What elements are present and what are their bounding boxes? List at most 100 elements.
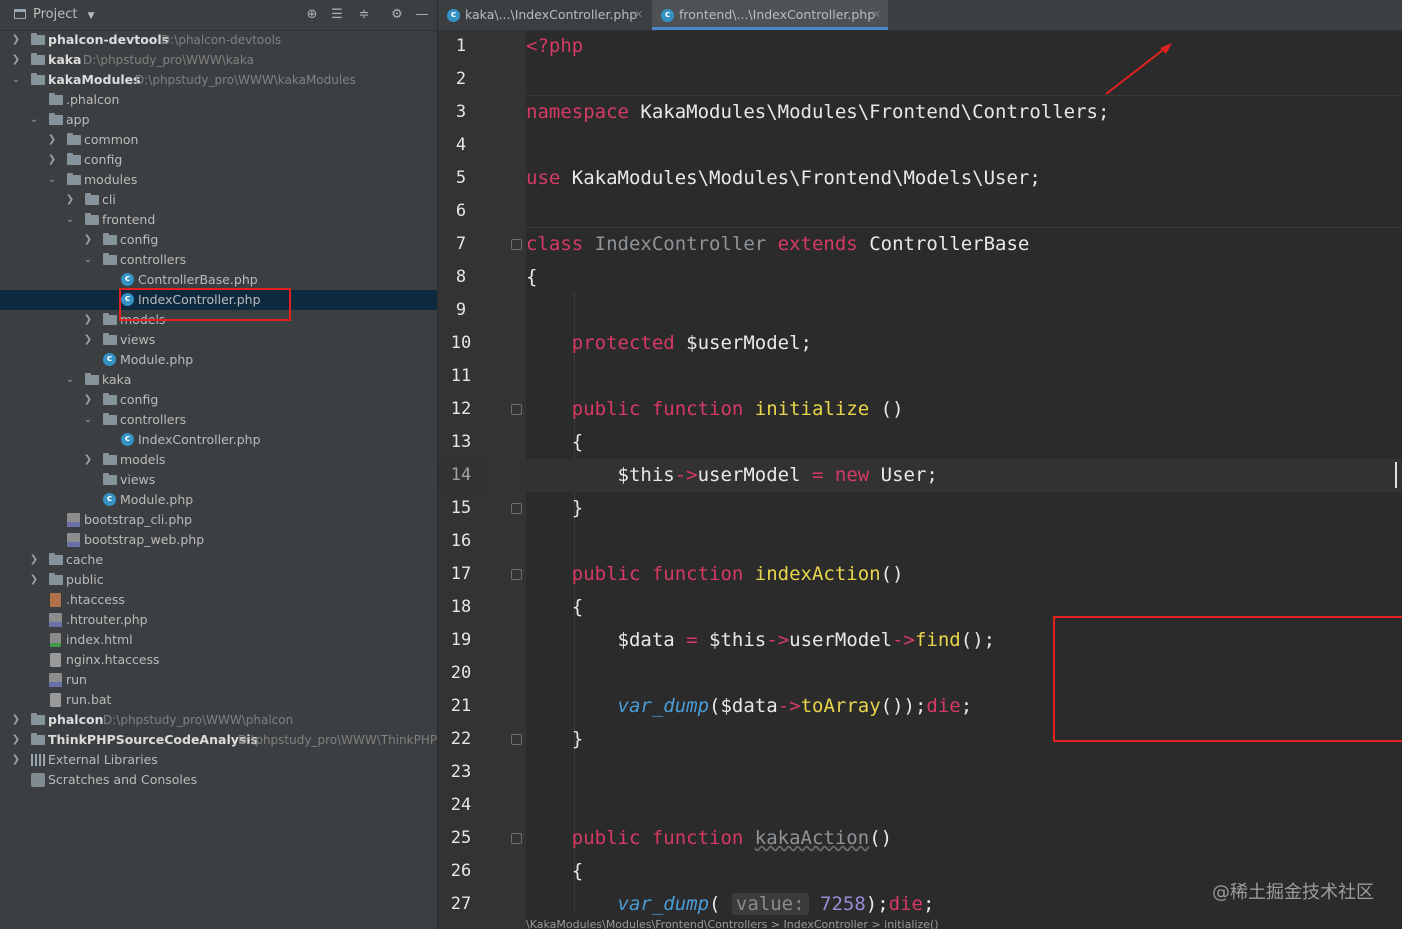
tree-item-indexcontroller-frontend[interactable]: c IndexController.php bbox=[0, 290, 437, 310]
tree-item-kaka[interactable]: ❯ kaka D:\phpstudy_pro\WWW\kaka bbox=[0, 50, 437, 70]
tree-item-label: bootstrap_web.php bbox=[84, 532, 205, 547]
fold-marker-icon[interactable] bbox=[511, 569, 522, 580]
chevron-right-icon[interactable]: ❯ bbox=[47, 130, 57, 150]
tree-item-path: D:\phpstudy_pro\WWW\kakaModules bbox=[135, 73, 356, 87]
fold-marker-icon[interactable] bbox=[511, 239, 522, 250]
tree-item-indexcontroller-kaka[interactable]: c IndexController.php bbox=[0, 430, 437, 450]
chevron-right-icon[interactable]: ❯ bbox=[29, 550, 39, 570]
chevron-right-icon[interactable]: ❯ bbox=[11, 710, 21, 730]
tree-item-external-libraries[interactable]: ❯ External Libraries bbox=[0, 750, 437, 770]
tree-item-frontend-views[interactable]: ❯ views bbox=[0, 330, 437, 350]
tree-item-run[interactable]: run bbox=[0, 670, 437, 690]
collapse-all-icon[interactable]: ≑ bbox=[355, 6, 373, 24]
chevron-down-icon[interactable]: ⌄ bbox=[47, 170, 57, 190]
tree-item-label: kakaModules bbox=[48, 72, 141, 87]
tree-item-config[interactable]: ❯ config bbox=[0, 150, 437, 170]
chevron-right-icon[interactable]: ❯ bbox=[11, 750, 21, 770]
tree-item-kaka-models[interactable]: ❯ models bbox=[0, 450, 437, 470]
tab-frontend-indexcontroller[interactable]: c frontend\...\IndexController.php ✕ bbox=[652, 0, 888, 30]
tab-kaka-indexcontroller[interactable]: c kaka\...\IndexController.php ✕ bbox=[438, 0, 650, 30]
tree-item-phalcon[interactable]: ❯ phalcon D:\phpstudy_pro\WWW\phalcon bbox=[0, 710, 437, 730]
hide-panel-icon[interactable]: — bbox=[413, 6, 431, 24]
keyword: use bbox=[526, 167, 561, 189]
tree-item-run-bat[interactable]: run.bat bbox=[0, 690, 437, 710]
code-editor: c kaka\...\IndexController.php ✕ c front… bbox=[438, 0, 1402, 929]
code-line-13: { bbox=[526, 426, 1402, 459]
tree-item-index-html[interactable]: index.html bbox=[0, 630, 437, 650]
call-end: (); bbox=[960, 629, 996, 651]
fold-marker-icon[interactable] bbox=[511, 503, 522, 514]
tree-item-frontend-models[interactable]: ❯ models bbox=[0, 310, 437, 330]
tree-item-phalcon-dir[interactable]: .phalcon bbox=[0, 90, 437, 110]
tree-item-kaka-module[interactable]: ⌄ kaka bbox=[0, 370, 437, 390]
tree-item-kaka-config[interactable]: ❯ config bbox=[0, 390, 437, 410]
chevron-right-icon[interactable]: ❯ bbox=[83, 230, 93, 250]
fold-marker-icon[interactable] bbox=[511, 833, 522, 844]
chevron-right-icon[interactable]: ❯ bbox=[83, 390, 93, 410]
line-number-gutter[interactable]: 1 2 3 4 5 6 7 8 9 10 11 12 13 14 15 16 1… bbox=[438, 30, 526, 929]
chevron-right-icon[interactable]: ❯ bbox=[83, 450, 93, 470]
tree-item-label: run.bat bbox=[66, 692, 112, 707]
keyword: public bbox=[571, 563, 641, 585]
brace: } bbox=[571, 497, 584, 519]
folder-icon bbox=[103, 393, 117, 405]
locate-file-icon[interactable]: ⊕ bbox=[303, 6, 321, 24]
gear-icon[interactable]: ⚙ bbox=[388, 6, 406, 24]
chevron-right-icon[interactable]: ❯ bbox=[29, 570, 39, 590]
chevron-down-icon[interactable]: ⌄ bbox=[65, 370, 75, 390]
tree-item-frontend-controllers[interactable]: ⌄ controllers bbox=[0, 250, 437, 270]
tree-item-cli[interactable]: ❯ cli bbox=[0, 190, 437, 210]
tree-item-frontend-module[interactable]: c Module.php bbox=[0, 350, 437, 370]
close-icon[interactable]: ✕ bbox=[872, 0, 881, 30]
line-number: 26 bbox=[450, 861, 472, 881]
tree-item-modules[interactable]: ⌄ modules bbox=[0, 170, 437, 190]
code-area[interactable]: <?php namespace KakaModules\Modules\Fron… bbox=[526, 30, 1402, 929]
tree-item-label: ThinkPHPSourceCodeAnalysis bbox=[48, 732, 259, 747]
tree-item-cache[interactable]: ❯ cache bbox=[0, 550, 437, 570]
project-view-selector[interactable]: Project ▼ bbox=[33, 0, 95, 30]
tree-item-controllerbase[interactable]: c ControllerBase.php bbox=[0, 270, 437, 290]
chevron-right-icon[interactable]: ❯ bbox=[83, 330, 93, 350]
chevron-down-icon[interactable]: ⌄ bbox=[11, 70, 21, 90]
tree-item-phalcon-devtools[interactable]: ❯ phalcon-devtools D:\phalcon-devtools bbox=[0, 30, 437, 50]
chevron-down-icon[interactable]: ⌄ bbox=[65, 210, 75, 230]
tree-item-scratches[interactable]: Scratches and Consoles bbox=[0, 770, 437, 790]
tree-item-common[interactable]: ❯ common bbox=[0, 130, 437, 150]
tree-item-kaka-views[interactable]: views bbox=[0, 470, 437, 490]
tree-item-frontend[interactable]: ⌄ frontend bbox=[0, 210, 437, 230]
data-var: $data bbox=[617, 629, 675, 651]
line-number: 22 bbox=[450, 729, 472, 749]
tree-item-thinkphp[interactable]: ❯ ThinkPHPSourceCodeAnalysis D:\phpstudy… bbox=[0, 730, 437, 750]
chevron-right-icon[interactable]: ❯ bbox=[83, 310, 93, 330]
line-number: 1 bbox=[455, 36, 467, 56]
chevron-right-icon[interactable]: ❯ bbox=[11, 730, 21, 750]
breadcrumb[interactable]: \KakaModules\Modules\Frontend\Controller… bbox=[526, 919, 1402, 929]
code-line-3: namespace KakaModules\Modules\Frontend\C… bbox=[526, 96, 1402, 129]
tree-item-nginx-htaccess[interactable]: nginx.htaccess bbox=[0, 650, 437, 670]
tree-item-kaka-controllers[interactable]: ⌄ controllers bbox=[0, 410, 437, 430]
tree-item-public[interactable]: ❯ public bbox=[0, 570, 437, 590]
tree-item-app[interactable]: ⌄ app bbox=[0, 110, 437, 130]
namespace-name: KakaModules\Modules\Frontend\Controllers… bbox=[628, 101, 1110, 123]
chevron-down-icon[interactable]: ⌄ bbox=[29, 110, 39, 130]
tree-item-kaka-module-php[interactable]: c Module.php bbox=[0, 490, 437, 510]
expand-all-icon[interactable]: ☰ bbox=[328, 6, 346, 24]
tree-item-htaccess[interactable]: .htaccess bbox=[0, 590, 437, 610]
chevron-right-icon[interactable]: ❯ bbox=[65, 190, 75, 210]
tree-item-label: bootstrap_cli.php bbox=[84, 512, 193, 527]
fold-marker-icon[interactable] bbox=[511, 404, 522, 415]
this-var: $this bbox=[709, 629, 767, 651]
chevron-right-icon[interactable]: ❯ bbox=[11, 50, 21, 70]
tree-item-frontend-config[interactable]: ❯ config bbox=[0, 230, 437, 250]
tree-item-kakaModules[interactable]: ⌄ kakaModules D:\phpstudy_pro\WWW\kakaMo… bbox=[0, 70, 437, 90]
html-file-icon bbox=[50, 633, 61, 647]
tree-item-bootstrap-web[interactable]: bootstrap_web.php bbox=[0, 530, 437, 550]
close-icon[interactable]: ✕ bbox=[634, 0, 643, 30]
chevron-right-icon[interactable]: ❯ bbox=[47, 150, 57, 170]
chevron-down-icon[interactable]: ⌄ bbox=[83, 410, 93, 430]
tree-item-htrouter[interactable]: .htrouter.php bbox=[0, 610, 437, 630]
chevron-down-icon[interactable]: ⌄ bbox=[83, 250, 93, 270]
fold-marker-icon[interactable] bbox=[511, 734, 522, 745]
chevron-right-icon[interactable]: ❯ bbox=[11, 30, 21, 50]
tree-item-bootstrap-cli[interactable]: bootstrap_cli.php bbox=[0, 510, 437, 530]
